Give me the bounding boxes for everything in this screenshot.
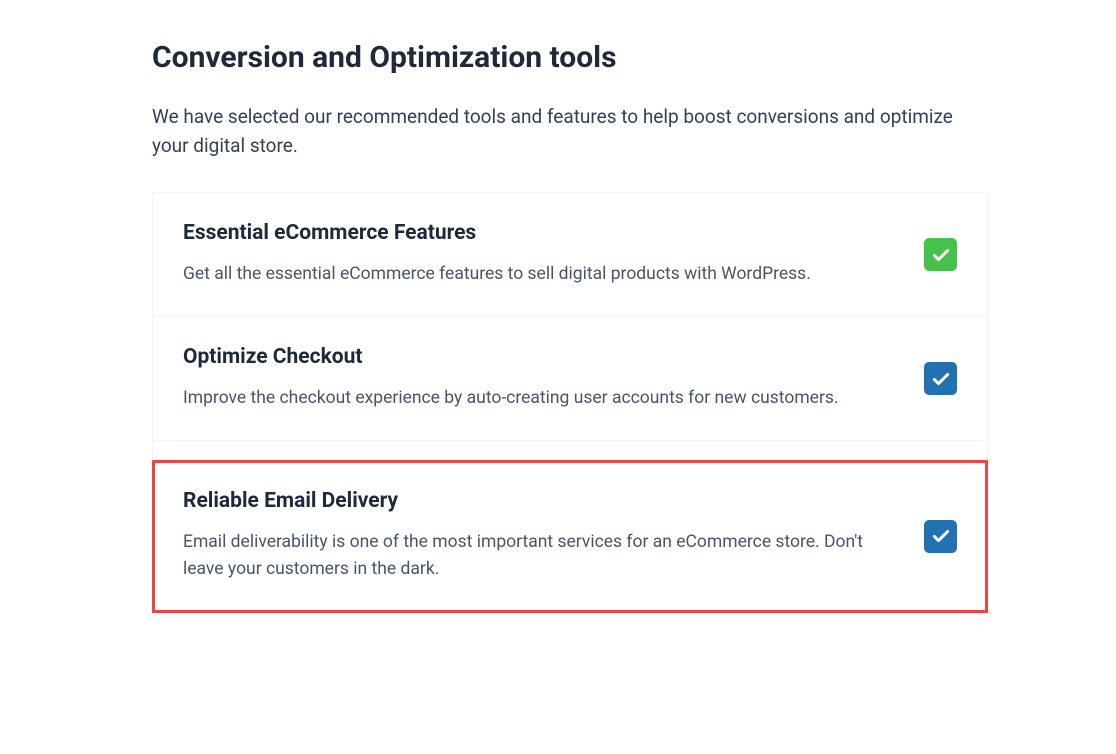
feature-title: Reliable Email Delivery [183, 489, 884, 513]
spacer [153, 441, 987, 461]
feature-item-reliable-email: Reliable Email Delivery Email deliverabi… [153, 461, 987, 611]
feature-item-essential-ecommerce: Essential eCommerce Features Get all the… [153, 193, 987, 317]
checkbox-optimize-checkout[interactable] [924, 362, 957, 395]
feature-description: Email deliverability is one of the most … [183, 529, 884, 583]
feature-content: Essential eCommerce Features Get all the… [183, 221, 924, 288]
checkbox-reliable-email[interactable] [924, 520, 957, 553]
check-icon [931, 369, 951, 389]
feature-item-optimize-checkout: Optimize Checkout Improve the checkout e… [153, 317, 987, 441]
check-icon [931, 245, 951, 265]
checkbox-essential-ecommerce[interactable] [924, 238, 957, 271]
feature-title: Essential eCommerce Features [183, 221, 884, 245]
feature-content: Optimize Checkout Improve the checkout e… [183, 345, 924, 412]
feature-description: Get all the essential eCommerce features… [183, 261, 884, 288]
feature-content: Reliable Email Delivery Email deliverabi… [183, 489, 924, 583]
feature-list: Essential eCommerce Features Get all the… [152, 192, 988, 613]
feature-description: Improve the checkout experience by auto-… [183, 385, 884, 412]
page-description: We have selected our recommended tools a… [152, 103, 988, 160]
check-icon [931, 526, 951, 546]
feature-title: Optimize Checkout [183, 345, 884, 369]
conversion-tools-panel: Conversion and Optimization tools We hav… [0, 40, 1116, 613]
page-title: Conversion and Optimization tools [152, 40, 988, 75]
